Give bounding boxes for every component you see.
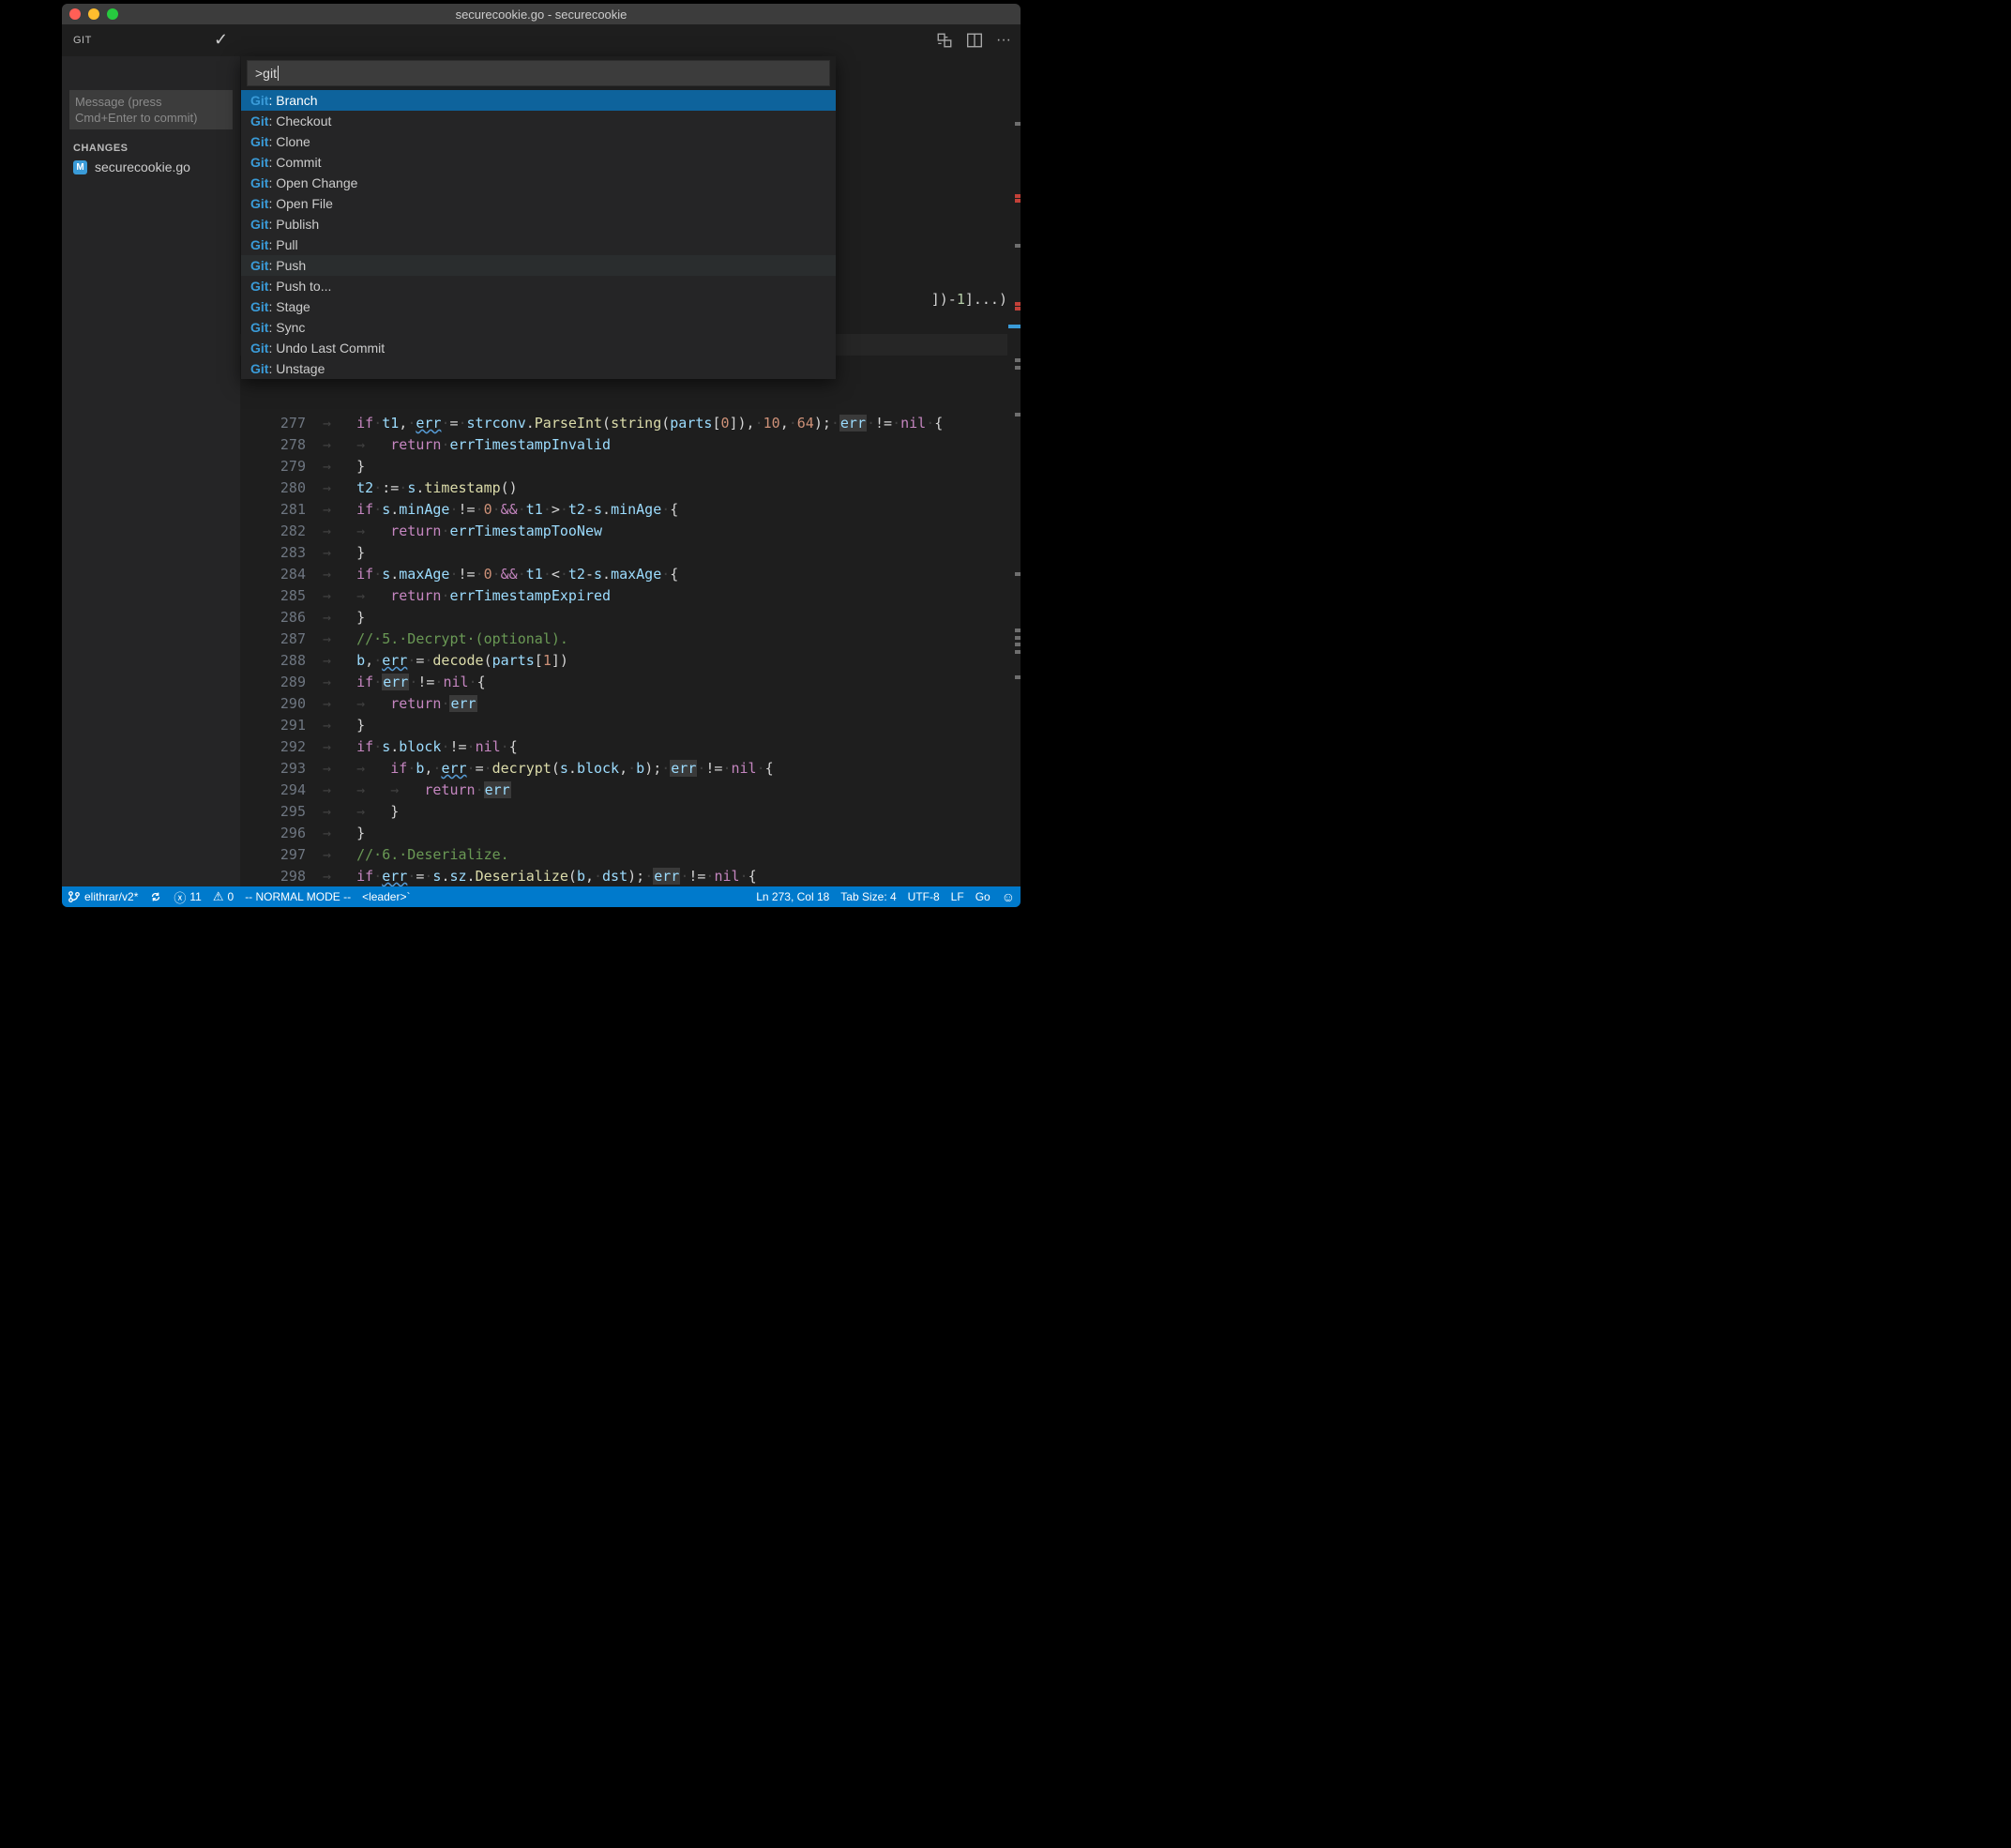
palette-item[interactable]: Git: Undo Last Commit [241, 338, 836, 358]
status-branch[interactable]: elithrar/v2* [62, 890, 144, 903]
line-number: 280 [240, 477, 323, 499]
vscode-window: securecookie.go - securecookie GIT ✓ ···… [62, 4, 1021, 907]
code-line[interactable]: 277→ if·t1,·err·=·strconv.ParseInt(strin… [240, 413, 1007, 434]
code-line[interactable]: 295→ → } [240, 801, 1007, 823]
line-number: 290 [240, 693, 323, 715]
palette-item[interactable]: Git: Open File [241, 193, 836, 214]
status-encoding[interactable]: UTF-8 [902, 890, 945, 903]
palette-item[interactable]: Git: Clone [241, 131, 836, 152]
sidebar: Message (press Cmd+Enter to commit) CHAN… [62, 56, 240, 886]
code-line[interactable]: 283→ } [240, 542, 1007, 564]
palette-item[interactable]: Git: Sync [241, 317, 836, 338]
palette-item[interactable]: Git: Push to... [241, 276, 836, 296]
status-warnings[interactable]: ⚠0 [207, 889, 239, 904]
palette-item[interactable]: Git: Publish [241, 214, 836, 235]
code-line[interactable]: 287→ //·5.·Decrypt·(optional). [240, 629, 1007, 650]
status-errors[interactable]: ⓧ11 [168, 888, 206, 906]
palette-item[interactable]: Git: Pull [241, 235, 836, 255]
code-line[interactable]: 284→ if·s.maxAge·!=·0·&&·t1·<·t2-s.maxAg… [240, 564, 1007, 585]
more-icon[interactable]: ··· [996, 32, 1011, 53]
line-number: 281 [240, 499, 323, 521]
line-number: 296 [240, 823, 323, 844]
overview-ruler[interactable] [1008, 56, 1021, 886]
line-number: 289 [240, 672, 323, 693]
changes-section-label: CHANGES [73, 143, 240, 154]
commit-message-input[interactable]: Message (press Cmd+Enter to commit) [69, 90, 233, 129]
sidebar-title: GIT [62, 35, 186, 46]
command-palette-value: >git [255, 66, 277, 81]
line-number: 297 [240, 844, 323, 866]
changed-file-row[interactable]: M securecookie.go [62, 158, 240, 176]
code-line[interactable]: 293→ → if·b,·err·=·decrypt(s.block,·b);·… [240, 758, 1007, 780]
line-number: 295 [240, 801, 323, 823]
line-number: 288 [240, 650, 323, 672]
command-palette-list[interactable]: Git: BranchGit: CheckoutGit: CloneGit: C… [241, 90, 836, 379]
code-line[interactable]: 279→ } [240, 456, 1007, 477]
palette-item[interactable]: Git: Checkout [241, 111, 836, 131]
window-controls [69, 8, 118, 20]
code-line[interactable]: 285→ → return·errTimestampExpired [240, 585, 1007, 607]
command-palette: >git Git: BranchGit: CheckoutGit: CloneG… [241, 56, 836, 379]
status-language[interactable]: Go [970, 890, 996, 903]
commit-check-icon[interactable]: ✓ [214, 30, 228, 50]
code-line[interactable]: 298→ if·err·=·s.sz.Deserialize(b,·dst);·… [240, 866, 1007, 886]
line-number: 277 [240, 413, 323, 434]
title-bar[interactable]: securecookie.go - securecookie [62, 4, 1021, 24]
line-number: 278 [240, 434, 323, 456]
status-sync-icon[interactable] [144, 890, 168, 903]
top-row: GIT ✓ ··· [62, 24, 1021, 56]
status-leader: <leader>` [356, 890, 416, 903]
code-line[interactable]: 282→ → return·errTimestampTooNew [240, 521, 1007, 542]
window-title: securecookie.go - securecookie [456, 8, 627, 22]
code-line[interactable]: 291→ } [240, 715, 1007, 736]
code-line[interactable]: 288→ b,·err·=·decode(parts[1]) [240, 650, 1007, 672]
code-line[interactable]: 281→ if·s.minAge·!=·0·&&·t1·>·t2-s.minAg… [240, 499, 1007, 521]
modified-badge: M [73, 160, 87, 174]
code-line[interactable]: 296→ } [240, 823, 1007, 844]
line-number: 292 [240, 736, 323, 758]
code-line[interactable]: 280→ t2·:=·s.timestamp() [240, 477, 1007, 499]
line-number: 284 [240, 564, 323, 585]
status-position[interactable]: Ln 273, Col 18 [750, 890, 835, 903]
line-number: 282 [240, 521, 323, 542]
status-bar: elithrar/v2* ⓧ11 ⚠0 -- NORMAL MODE -- <l… [62, 886, 1021, 907]
code-line[interactable]: 297→ //·6.·Deserialize. [240, 844, 1007, 866]
line-number: 291 [240, 715, 323, 736]
line-number: 285 [240, 585, 323, 607]
line-number: 298 [240, 866, 323, 886]
compare-icon[interactable] [936, 32, 953, 53]
palette-item[interactable]: Git: Open Change [241, 173, 836, 193]
line-number: 294 [240, 780, 323, 801]
minimize-icon[interactable] [88, 8, 99, 20]
line-number: 293 [240, 758, 323, 780]
code-line[interactable]: 286→ } [240, 607, 1007, 629]
line-number: 286 [240, 607, 323, 629]
line-number: 287 [240, 629, 323, 650]
changed-file-name: securecookie.go [95, 159, 190, 174]
palette-item[interactable]: Git: Stage [241, 296, 836, 317]
status-vim-mode: -- NORMAL MODE -- [239, 890, 356, 903]
code-line[interactable]: 292→ if·s.block·!=·nil·{ [240, 736, 1007, 758]
palette-item[interactable]: Git: Commit [241, 152, 836, 173]
feedback-icon[interactable]: ☺ [996, 889, 1021, 904]
code-line[interactable]: 289→ if·err·!=·nil·{ [240, 672, 1007, 693]
palette-item[interactable]: Git: Branch [241, 90, 836, 111]
status-eol[interactable]: LF [945, 890, 970, 903]
split-editor-icon[interactable] [966, 32, 983, 53]
line-number: 279 [240, 456, 323, 477]
code-line[interactable]: 294→ → → return·err [240, 780, 1007, 801]
command-palette-input[interactable]: >git [247, 60, 830, 86]
palette-item[interactable]: Git: Unstage [241, 358, 836, 379]
status-tabsize[interactable]: Tab Size: 4 [835, 890, 901, 903]
line-number: 283 [240, 542, 323, 564]
code-line[interactable]: 290→ → return·err [240, 693, 1007, 715]
close-icon[interactable] [69, 8, 81, 20]
maximize-icon[interactable] [107, 8, 118, 20]
code-line[interactable]: 278→ → return·errTimestampInvalid [240, 434, 1007, 456]
palette-item[interactable]: Git: Push [241, 255, 836, 276]
